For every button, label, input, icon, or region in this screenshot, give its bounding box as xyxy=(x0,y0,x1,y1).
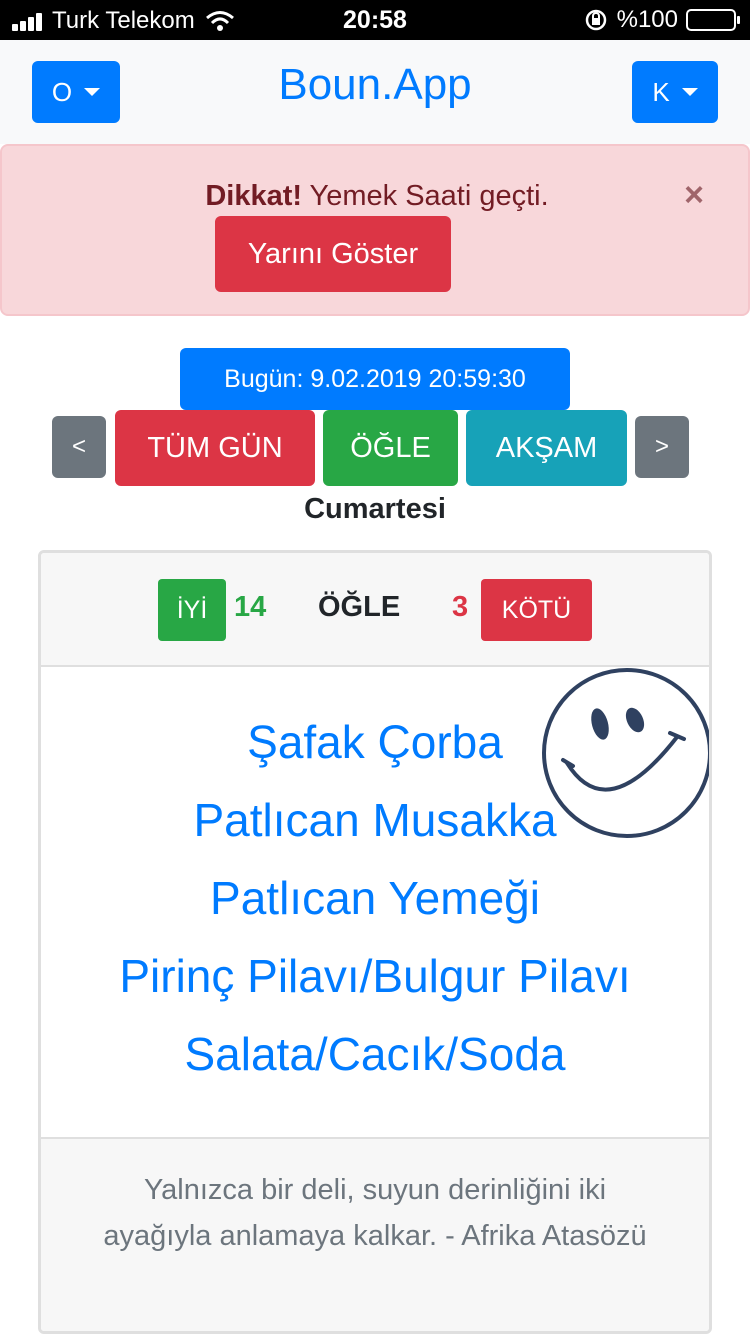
battery-icon xyxy=(686,9,740,31)
card-body: Şafak Çorba Patlıcan Musakka Patlıcan Ye… xyxy=(41,667,709,1139)
close-icon[interactable]: × xyxy=(684,176,704,215)
day-title: Cumartesi xyxy=(304,493,446,525)
current-date-badge: Bugün: 9.02.2019 20:59:30 xyxy=(180,348,570,410)
alert-strong: Dikkat! xyxy=(205,180,303,212)
show-tomorrow-button[interactable]: Yarını Göster xyxy=(215,216,451,292)
meal-label: ÖĞLE xyxy=(318,591,401,623)
vote-good-button[interactable]: İYİ xyxy=(158,579,226,641)
menu-item: Patlıcan Yemeği xyxy=(210,872,540,924)
caret-down-icon xyxy=(681,88,698,96)
menu-item: Pirinç Pilavı/Bulgur Pilavı xyxy=(119,950,631,1002)
quote-text: Yalnızca bir deli, suyun derinliğini iki… xyxy=(103,1174,647,1252)
alert-message: Dikkat! Yemek Saati geçti. xyxy=(2,180,662,213)
tab-all-day[interactable]: TÜM GÜN xyxy=(115,410,315,486)
navbar: O Boun.App K xyxy=(0,40,750,144)
next-day-button[interactable]: > xyxy=(635,416,689,478)
smiley-icon xyxy=(542,668,709,838)
previous-day-button[interactable]: < xyxy=(52,416,106,478)
menu-card: İYİ 14 ÖĞLE 3 KÖTÜ Şafak Çorba Patlıcan … xyxy=(38,550,712,1334)
right-dropdown-label: K xyxy=(652,76,670,107)
status-bar: Turk Telekom 20:58 %100 xyxy=(0,0,750,40)
orientation-lock-icon xyxy=(585,9,606,31)
card-footer: Yalnızca bir deli, suyun derinliğini iki… xyxy=(41,1139,709,1331)
app-screen: Turk Telekom 20:58 %100 O Boun.App K Dik… xyxy=(0,0,750,1334)
tab-evening[interactable]: AKŞAM xyxy=(466,410,627,486)
vote-bad-button[interactable]: KÖTÜ xyxy=(481,579,592,641)
alert-text: Yemek Saati geçti. xyxy=(302,180,549,212)
bad-vote-count: 3 xyxy=(452,591,469,623)
battery-percent: %100 xyxy=(616,6,678,33)
right-dropdown-button[interactable]: K xyxy=(632,61,718,123)
good-vote-count: 14 xyxy=(234,591,267,623)
warning-alert: Dikkat! Yemek Saati geçti. × Yarını Göst… xyxy=(0,144,750,316)
card-header: İYİ 14 ÖĞLE 3 KÖTÜ xyxy=(41,553,709,667)
status-right: %100 xyxy=(583,6,740,34)
tab-noon[interactable]: ÖĞLE xyxy=(323,410,458,486)
menu-item: Salata/Cacık/Soda xyxy=(184,1028,566,1080)
